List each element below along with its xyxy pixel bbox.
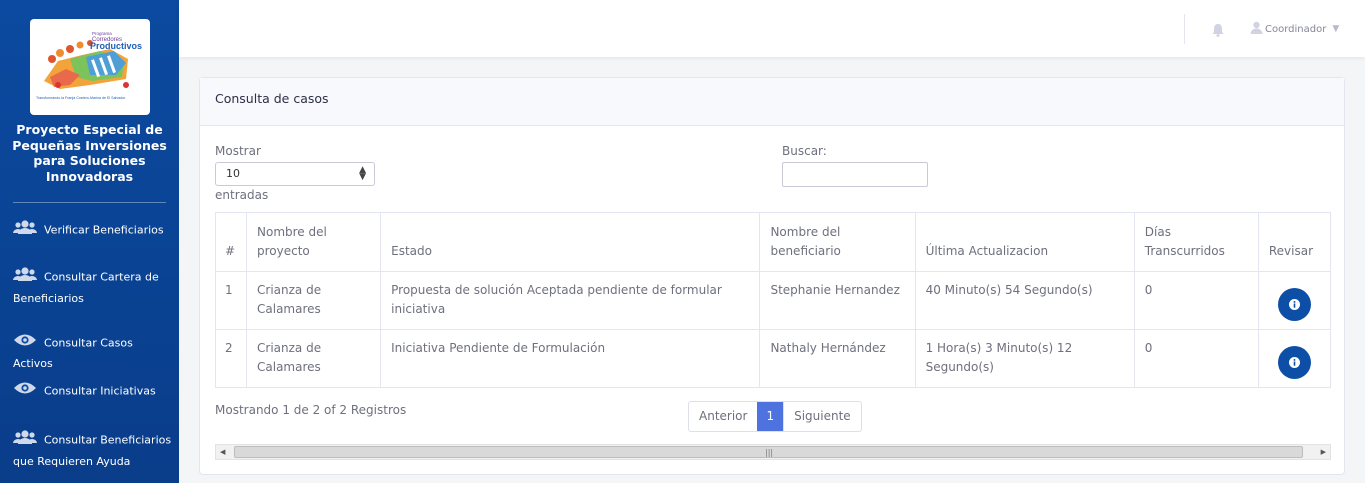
header-line: #: [225, 244, 236, 258]
header-line: Estado: [391, 244, 432, 258]
entries-label: entradas: [215, 188, 269, 202]
cell-beneficiario: Nathaly Hernández: [759, 329, 916, 388]
header-line: Nombre del: [770, 225, 841, 239]
info-icon: [1288, 356, 1300, 368]
search-label: Buscar:: [782, 144, 827, 158]
header-line: Revisar: [1268, 244, 1314, 258]
info-icon: [1288, 298, 1300, 310]
nav-consultar-iniciativas[interactable]: Consultar Iniciativas: [13, 381, 173, 402]
cell-dias: 0: [1133, 271, 1259, 330]
logo-line1: Programa: [92, 31, 112, 36]
next-button[interactable]: Siguiente: [783, 402, 861, 431]
header-line: Nombre del: [257, 225, 327, 239]
col-header-beneficiario[interactable]: Nombre del beneficiario: [759, 212, 916, 272]
scroll-left-arrow-icon[interactable]: ◀: [220, 446, 225, 458]
user-menu[interactable]: Coordinador ▼: [1250, 21, 1339, 37]
sidebar-divider: [13, 202, 166, 203]
header-line: Días: [1144, 225, 1171, 239]
header-line: Última Actualizacion: [925, 244, 1049, 258]
cell-revisar: [1257, 329, 1332, 388]
card-header: Consulta de casos: [200, 78, 1344, 126]
program-logo[interactable]: Programa Corredores Productivos Transfor…: [30, 19, 150, 115]
header-line: Transcurridos: [1144, 244, 1225, 258]
scroll-right-arrow-icon[interactable]: ▶: [1321, 446, 1326, 458]
cell-estado: Iniciativa Pendiente de Formulación: [380, 329, 761, 388]
col-header-actualizacion[interactable]: Última Actualizacion: [914, 212, 1135, 272]
show-label: Mostrar: [215, 144, 261, 158]
users-icon: [13, 266, 37, 289]
nav-consultar-beneficiarios-ayuda[interactable]: Consultar Beneficiarios que Requieren Ay…: [13, 429, 173, 472]
scrollbar-thumb[interactable]: |||: [234, 446, 1303, 458]
horizontal-scrollbar[interactable]: ◀ ||| ▶: [215, 444, 1331, 460]
chevron-down-icon: ▼: [1332, 24, 1340, 34]
grip-icon: |||: [765, 448, 774, 457]
table-row: 1 Crianza de Calamares Propuesta de solu…: [214, 271, 1332, 330]
nav-label-line2: Beneficiarios: [13, 292, 84, 305]
cell-actualizacion: 1 Hora(s) 3 Minuto(s) 12 Segundo(s): [914, 329, 1135, 388]
sidebar: Programa Corredores Productivos Transfor…: [0, 0, 179, 483]
info-button[interactable]: [1277, 345, 1311, 379]
eye-icon: [13, 381, 37, 402]
logo-graphic: Programa Corredores Productivos Transfor…: [36, 31, 142, 100]
nav-label: Consultar Iniciativas: [44, 384, 156, 398]
prev-button[interactable]: Anterior: [689, 402, 757, 431]
cell-revisar: [1257, 271, 1332, 330]
nav-label: Verificar Beneficiarios: [44, 223, 164, 237]
header-line: proyecto: [257, 244, 310, 258]
cell-num: 2: [214, 329, 248, 388]
table-header-row: # Nombre del proyecto Estado Nombre del be…: [214, 212, 1332, 272]
page-1-button[interactable]: 1: [757, 402, 784, 431]
nav-label-line2: que Requieren Ayuda: [13, 455, 131, 468]
logo-line3: Productivos: [90, 41, 142, 51]
consulta-card: Consulta de casos Mostrar 10 ▲ ▼ entradas…: [199, 77, 1345, 475]
card-title: Consulta de casos: [215, 91, 329, 106]
cell-dias: 0: [1133, 329, 1259, 388]
page-size-value: 10: [226, 167, 240, 180]
table-row: 2 Crianza de Calamares Iniciativa Pendie…: [214, 329, 1332, 388]
search-input[interactable]: [782, 162, 928, 187]
cell-proyecto: Crianza de Calamares: [246, 329, 382, 388]
user-name: Coordinador: [1265, 23, 1327, 35]
nav-consultar-casos-activos[interactable]: Consultar Casos Activos: [13, 333, 173, 374]
nav-consultar-cartera[interactable]: Consultar Cartera de Beneficiarios: [13, 266, 173, 309]
nav-label: Consultar Beneficiarios: [44, 433, 172, 447]
select-arrows-icon: ▲ ▼: [359, 165, 366, 182]
col-header-estado[interactable]: Estado: [380, 212, 761, 272]
users-icon: [13, 219, 37, 242]
info-button[interactable]: [1277, 287, 1311, 321]
topbar-divider: [1184, 14, 1185, 44]
cell-beneficiario: Stephanie Hernandez: [759, 271, 916, 330]
cell-num: 1: [214, 271, 248, 330]
nav-label: Consultar Cartera de: [44, 270, 159, 284]
nav-verificar-beneficiarios[interactable]: Verificar Beneficiarios: [13, 219, 173, 242]
bell-icon[interactable]: [1212, 22, 1224, 41]
showing-info: Mostrando 1 de 2 of 2 Registros: [215, 403, 407, 417]
pagination: Anterior 1 Siguiente: [688, 401, 862, 432]
users-icon: [13, 429, 37, 452]
cell-proyecto: Crianza de Calamares: [246, 271, 382, 330]
topbar: Coordinador ▼: [179, 0, 1365, 57]
page-size-select[interactable]: 10 ▲ ▼: [215, 162, 375, 186]
col-header-proyecto[interactable]: Nombre del proyecto: [246, 212, 382, 272]
cell-actualizacion: 40 Minuto(s) 54 Segundo(s): [914, 271, 1135, 330]
user-icon: [1250, 21, 1263, 37]
project-title: Proyecto Especial de Pequeñas Inversione…: [12, 122, 167, 184]
col-header-dias[interactable]: Días Transcurridos: [1133, 212, 1259, 272]
col-header-num[interactable]: #: [214, 212, 248, 272]
logo-tagline: Transformando la Franja Costero-Marina d…: [36, 96, 126, 100]
cases-table: # Nombre del proyecto Estado Nombre del be…: [214, 212, 1332, 388]
col-header-revisar[interactable]: Revisar: [1257, 212, 1332, 272]
eye-icon: [13, 333, 37, 354]
cell-estado: Propuesta de solución Aceptada pendiente…: [380, 271, 761, 330]
header-line: beneficiario: [770, 244, 841, 258]
